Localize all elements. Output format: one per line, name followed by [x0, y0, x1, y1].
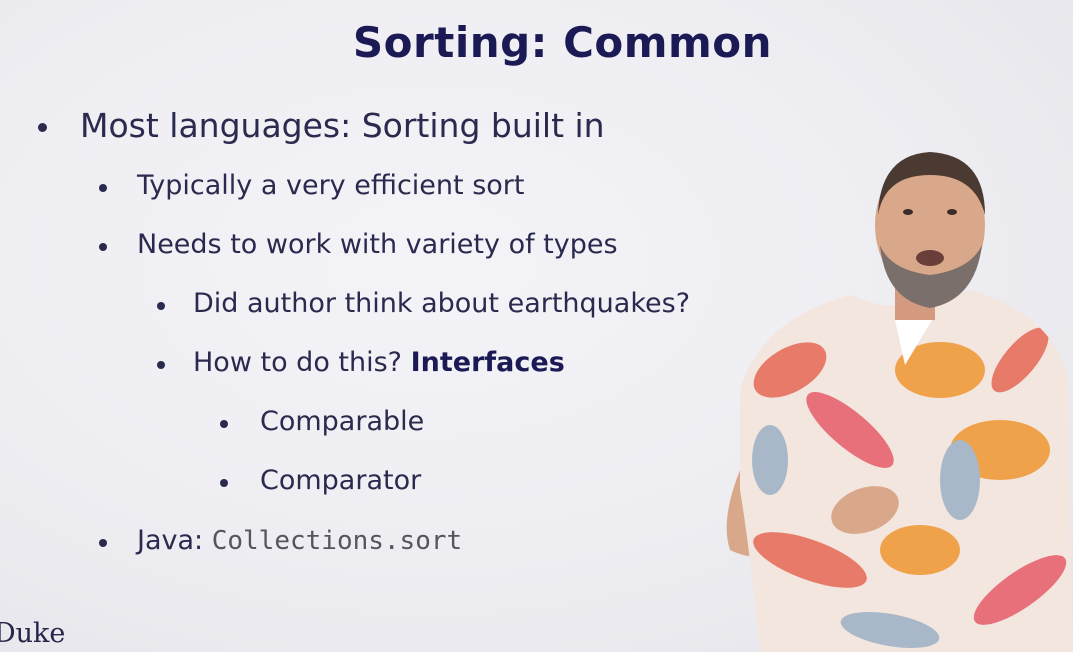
- bullet-java: Java: Collections.sort: [99, 525, 463, 556]
- bullet-dot: [99, 539, 107, 547]
- slide: Sorting: Common Most languages: Sorting …: [0, 0, 1073, 652]
- bullet-bold-text: Interfaces: [410, 347, 565, 378]
- bullet-text: Typically a very efficient sort: [137, 170, 525, 201]
- bullet-text: Most languages: Sorting built in: [80, 106, 605, 145]
- bullet-typically-efficient: Typically a very efficient sort: [99, 170, 525, 201]
- bullet-variety-of-types: Needs to work with variety of types: [99, 229, 618, 260]
- bullet-dot: [157, 302, 165, 310]
- bullet-text: How to do this?: [193, 347, 411, 378]
- bullet-dot: [220, 420, 228, 428]
- bullet-comparator: Comparator: [220, 465, 422, 496]
- bullet-dot: [99, 184, 107, 192]
- bullet-dot: [38, 123, 47, 132]
- bullet-most-languages: Most languages: Sorting built in: [38, 106, 605, 145]
- slide-title: Sorting: Common: [352, 18, 773, 67]
- code-text: Collections.sort: [211, 526, 463, 556]
- bullet-text: Needs to work with variety of types: [137, 229, 618, 260]
- bullet-dot: [220, 479, 228, 487]
- bullet-text: Comparator: [260, 465, 422, 496]
- presenter-figure-icon: [726, 152, 1073, 652]
- bullet-interfaces: How to do this? Interfaces: [157, 347, 565, 378]
- bullet-earthquakes: Did author think about earthquakes?: [157, 288, 691, 319]
- duke-logo: Duke: [0, 618, 66, 649]
- bullet-dot: [99, 243, 107, 251]
- bullet-text: Did author think about earthquakes?: [193, 288, 691, 319]
- bullet-text: Comparable: [260, 406, 425, 437]
- bullet-dot: [157, 361, 165, 369]
- bullet-comparable: Comparable: [220, 406, 425, 437]
- bullet-text: Java:: [137, 525, 212, 556]
